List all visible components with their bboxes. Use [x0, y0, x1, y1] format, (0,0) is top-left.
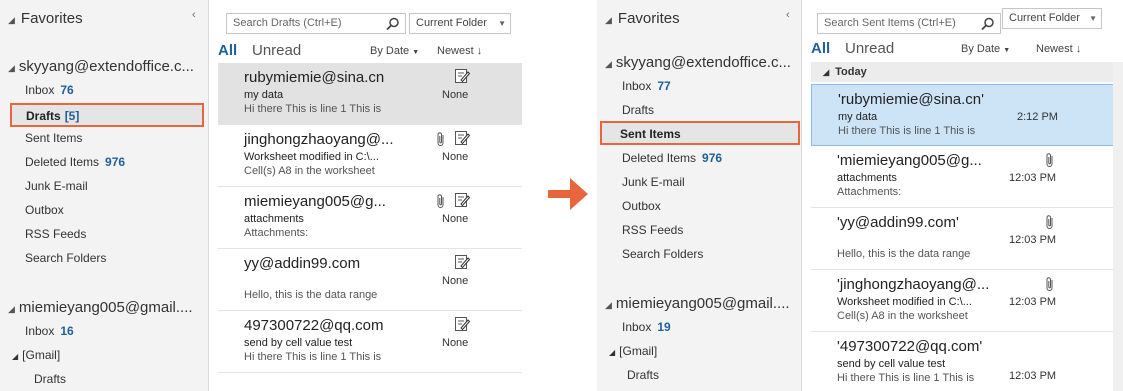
mail-item[interactable]: rubymiemie@sina.cn my data Hi there This…	[218, 63, 522, 125]
arrow-right-icon	[548, 178, 588, 210]
paperclip-icon	[1046, 153, 1053, 167]
collapse-triangle-icon: ◢	[8, 304, 15, 314]
folder-gmail[interactable]: ◢ [Gmail]	[609, 341, 657, 361]
filter-all-tab[interactable]: All	[218, 42, 237, 59]
folder-pane: ◢ Favorites ‹ ◢ skyyang@extendoffice.c... …	[0, 0, 209, 391]
search-scope-dropdown[interactable]: Current Folder ▼	[409, 13, 511, 34]
chevron-down-icon: ▼	[1003, 47, 1011, 54]
folder-junk-email[interactable]: Junk E-mail	[622, 172, 685, 192]
collapse-triangle-icon: ◢	[12, 352, 19, 361]
arrow-down-icon: ↓	[1075, 43, 1082, 55]
folder-sent-items[interactable]: Sent Items	[25, 128, 82, 148]
search-input[interactable]: Search Drafts (Ctrl+E)	[226, 13, 406, 34]
folder-inbox[interactable]: Inbox 76	[25, 80, 74, 100]
search-input[interactable]: Search Sent Items (Ctrl+E)	[817, 13, 1001, 34]
filter-unread-tab[interactable]: Unread	[252, 42, 301, 59]
arrow-down-icon: ↓	[476, 45, 483, 57]
chevron-down-icon: ▼	[1089, 14, 1097, 23]
filter-unread-tab[interactable]: Unread	[845, 40, 894, 57]
mail-item[interactable]: 'jinghongzhaoyang@... Worksheet modified…	[811, 270, 1123, 332]
folder-junk-email[interactable]: Junk E-mail	[25, 176, 88, 196]
mail-item[interactable]: '497300722@qq.com' send by cell value te…	[811, 332, 1123, 391]
draft-edit-icon	[455, 193, 470, 207]
chevron-down-icon: ▼	[412, 49, 420, 56]
message-list: Search Sent Items (Ctrl+E) Current Folde…	[803, 0, 1123, 391]
mail-item[interactable]: 'yy@addin99.com' Hello, this is the data…	[811, 208, 1123, 270]
filter-all-tab[interactable]: All	[811, 40, 830, 57]
draft-edit-icon	[455, 255, 470, 269]
collapse-triangle-icon: ◢	[8, 15, 15, 25]
mail-item[interactable]: yy@addin99.com Hello, this is the data r…	[218, 249, 522, 311]
folder-outbox[interactable]: Outbox	[622, 196, 661, 216]
collapse-triangle-icon: ◢	[609, 348, 616, 357]
folder-drafts[interactable]: Drafts [5]	[10, 103, 204, 127]
filter-bar: All Unread By Date ▼ Newest ↓	[811, 40, 1123, 60]
paperclip-icon	[437, 194, 444, 208]
folder-search-folders[interactable]: Search Folders	[25, 248, 106, 268]
paperclip-icon	[437, 132, 444, 146]
chevron-down-icon: ▼	[498, 19, 506, 28]
folder-gmail-drafts[interactable]: Drafts	[627, 365, 659, 385]
search-icon[interactable]	[385, 16, 401, 32]
draft-edit-icon	[455, 131, 470, 145]
folder-inbox[interactable]: Inbox 19	[622, 317, 671, 337]
sort-by-dropdown[interactable]: By Date ▼	[961, 43, 1010, 55]
outlook-drafts-view: ◢ Favorites ‹ ◢ skyyang@extendoffice.c... …	[0, 0, 522, 391]
filter-bar: All Unread By Date ▼ Newest ↓	[218, 42, 522, 62]
folder-sent-items[interactable]: Sent Items	[600, 121, 800, 145]
sort-order-toggle[interactable]: Newest ↓	[1036, 43, 1081, 55]
mail-item[interactable]: 'rubymiemie@sina.cn' my data Hi there Th…	[811, 84, 1123, 146]
collapse-triangle-icon: ◢	[605, 300, 612, 310]
search-scope-dropdown[interactable]: Current Folder ▼	[1002, 8, 1102, 29]
mail-item[interactable]: 'miemieyang005@g... attachments Attachme…	[811, 146, 1123, 208]
folder-deleted-items[interactable]: Deleted Items 976	[25, 152, 125, 172]
folder-inbox[interactable]: Inbox 77	[622, 76, 671, 96]
folder-deleted-items[interactable]: Deleted Items 976	[622, 148, 722, 168]
sort-order-toggle[interactable]: Newest ↓	[437, 45, 482, 57]
favorites-header[interactable]: ◢ Favorites	[605, 10, 680, 27]
folder-outbox[interactable]: Outbox	[25, 200, 64, 220]
folder-rss-feeds[interactable]: RSS Feeds	[622, 220, 683, 240]
mail-item[interactable]: 497300722@qq.com send by cell value test…	[218, 311, 522, 373]
group-header-today[interactable]: ◢ Today	[811, 62, 1123, 82]
folder-drafts[interactable]: Drafts	[622, 100, 654, 120]
scrollbar[interactable]	[1113, 62, 1123, 391]
favorites-header[interactable]: ◢ Favorites	[8, 10, 83, 27]
collapse-triangle-icon: ◢	[605, 59, 612, 69]
mail-item[interactable]: jinghongzhaoyang@... Worksheet modified …	[218, 125, 522, 187]
collapse-triangle-icon: ◢	[823, 68, 830, 77]
account-header[interactable]: ◢ skyyang@extendoffice.c...	[8, 58, 194, 75]
folder-inbox[interactable]: Inbox 16	[25, 321, 74, 341]
draft-edit-icon	[455, 317, 470, 331]
message-list: Search Drafts (Ctrl+E) Current Folder ▼ A…	[210, 0, 522, 391]
paperclip-icon	[1046, 215, 1053, 229]
search-icon[interactable]	[980, 16, 996, 32]
folder-rss-feeds[interactable]: RSS Feeds	[25, 224, 86, 244]
mail-item[interactable]: miemieyang005@g... attachments Attachmen…	[218, 187, 522, 249]
account-header[interactable]: ◢ skyyang@extendoffice.c...	[605, 54, 791, 71]
draft-edit-icon	[455, 69, 470, 83]
sort-by-dropdown[interactable]: By Date ▼	[370, 45, 419, 57]
collapse-pane-icon[interactable]: ‹	[192, 9, 196, 21]
account-header[interactable]: ◢ miemieyang005@gmail....	[605, 295, 790, 312]
outlook-sent-items-view: ◢ Favorites ‹ ◢ skyyang@extendoffice.c... …	[597, 0, 1123, 391]
folder-search-folders[interactable]: Search Folders	[622, 244, 703, 264]
account-header[interactable]: ◢ miemieyang005@gmail....	[8, 299, 193, 316]
collapse-triangle-icon: ◢	[605, 15, 612, 25]
collapse-pane-icon[interactable]: ‹	[786, 9, 790, 21]
paperclip-icon	[1046, 277, 1053, 291]
folder-gmail[interactable]: ◢ [Gmail]	[12, 345, 60, 365]
collapse-triangle-icon: ◢	[8, 63, 15, 73]
folder-pane: ◢ Favorites ‹ ◢ skyyang@extendoffice.c... …	[597, 0, 802, 391]
folder-gmail-drafts[interactable]: Drafts	[34, 369, 66, 389]
